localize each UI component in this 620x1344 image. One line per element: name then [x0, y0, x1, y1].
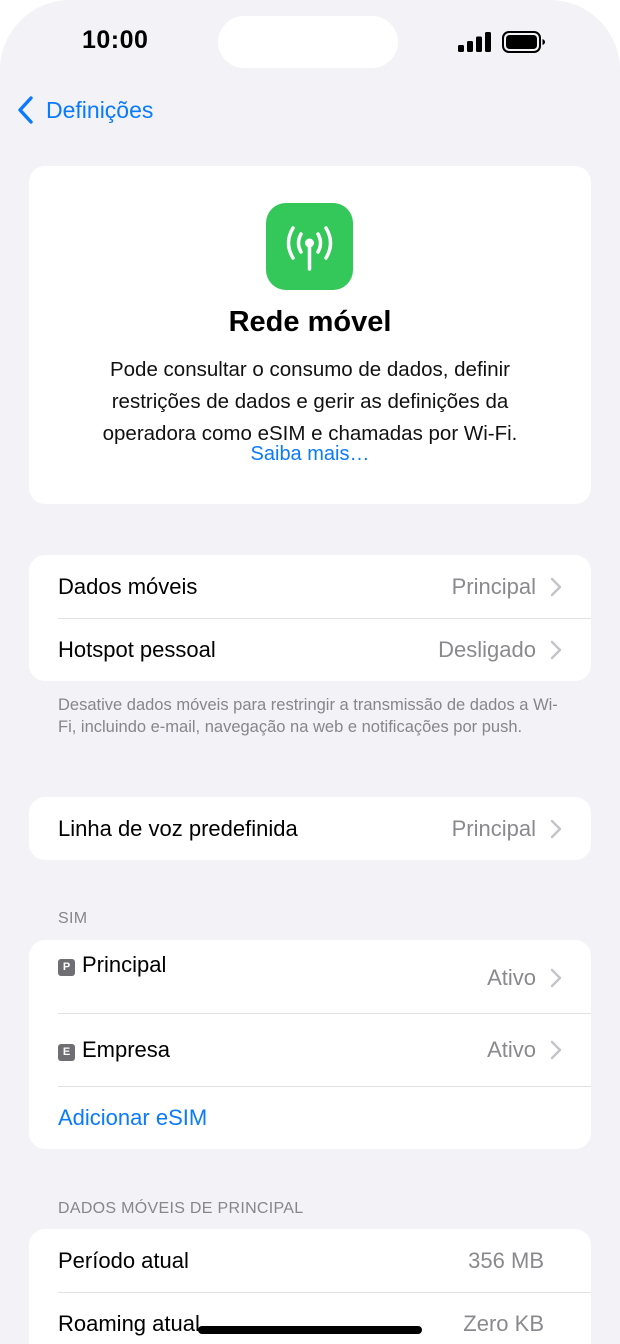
cellular-data-row[interactable]: Dados móveis Principal: [29, 555, 591, 618]
hero-card: Rede móvel Pode consultar o consumo de d…: [29, 166, 591, 504]
add-esim-label: Adicionar eSIM: [58, 1104, 208, 1130]
voice-line-group: Linha de voz predefinida Principal: [29, 797, 591, 860]
page-title: Rede móvel: [228, 306, 392, 338]
add-esim-button[interactable]: Adicionar eSIM: [29, 1086, 591, 1149]
dynamic-island: [218, 16, 398, 68]
antenna-radiowaves-icon: [266, 203, 353, 290]
battery-icon: [502, 31, 545, 53]
sim-status: Ativo: [487, 965, 536, 990]
sim-line-principal[interactable]: P Principal Ativo: [29, 940, 591, 1013]
row-value: Principal: [451, 573, 536, 599]
row-label: Hotspot pessoal: [58, 636, 216, 662]
current-roaming-row: Roaming atual Zero KB: [29, 1292, 591, 1344]
cellular-signal-icon: [458, 32, 491, 52]
sim-badge-icon: E: [58, 1044, 75, 1061]
default-voice-line-row[interactable]: Linha de voz predefinida Principal: [29, 797, 591, 860]
settings-screen: 10:00 Definições Rede móvel Pode consult…: [0, 0, 620, 1344]
row-label: Período atual: [58, 1247, 189, 1273]
row-value: 356 MB: [468, 1247, 544, 1273]
learn-more-link[interactable]: Saiba mais…: [29, 443, 591, 466]
row-value: Zero KB: [463, 1310, 544, 1336]
sim-name: Principal: [82, 952, 167, 977]
row-value: Desligado: [438, 636, 536, 662]
status-bar: 10:00: [0, 0, 620, 90]
chevron-right-icon: [550, 819, 562, 838]
personal-hotspot-row[interactable]: Hotspot pessoal Desligado: [29, 618, 591, 681]
sim-badge-icon: P: [58, 959, 75, 976]
chevron-right-icon: [550, 640, 562, 659]
sim-line-empresa[interactable]: E Empresa Ativo: [29, 1013, 591, 1086]
data-settings-group: Dados móveis Principal Hotspot pessoal D…: [29, 555, 591, 681]
sim-group: P Principal Ativo E Empresa Ativo Adiciona…: [29, 940, 591, 1149]
chevron-right-icon: [550, 968, 562, 988]
row-label: Linha de voz predefinida: [58, 815, 298, 841]
hero-description: Pode consultar o consumo de dados, defin…: [102, 358, 518, 445]
chevron-right-icon: [550, 577, 562, 596]
current-period-row: Período atual 356 MB: [29, 1229, 591, 1292]
chevron-right-icon: [550, 1040, 562, 1060]
sim-status: Ativo: [487, 1037, 536, 1062]
chevron-left-icon: [18, 96, 33, 124]
status-time: 10:00: [82, 26, 149, 54]
back-label: Definições: [46, 96, 154, 123]
home-indicator: [198, 1326, 422, 1334]
sim-name: Empresa: [82, 1037, 171, 1062]
row-label: Dados móveis: [58, 573, 198, 599]
back-button[interactable]: Definições: [16, 92, 153, 128]
sim-section-header: SIM: [58, 910, 88, 927]
row-value: Principal: [451, 815, 536, 841]
usage-section-header: DADOS MÓVEIS DE PRINCIPAL: [58, 1200, 304, 1217]
data-footer-note: Desative dados móveis para restringir a …: [58, 696, 558, 736]
